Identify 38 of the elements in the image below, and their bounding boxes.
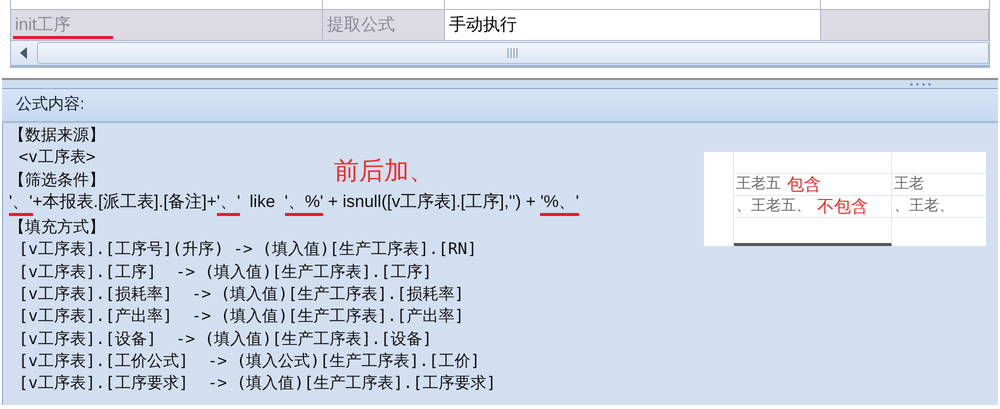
scrollbar-thumb[interactable] [37,42,989,64]
cell-text: 王老 [894,174,924,194]
annotation-text: 不包含 [817,196,868,218]
cell-text: 王老五 [736,174,781,194]
formula-text: '、' [9,190,32,216]
splitter-bar[interactable] [2,80,998,89]
cell-text: init工序 [15,14,71,36]
formula-text: '、' [216,190,240,216]
formula-line: 【填充方式】 [9,216,105,238]
cell-text: 手动执行 [449,14,517,36]
cell-text: 提取公式 [327,14,395,36]
annotation-text: 包含 [787,174,821,196]
formula-line: [v工序表].[工序要求] -> (填入值)[生产工序表].[工序要求] [18,372,496,394]
formula-line: 【数据来源】 [9,124,105,146]
horizontal-scrollbar[interactable] [11,41,989,67]
annotation-text: 前后加、 [334,156,435,186]
formula-text: + isnull([v工序表].[工序],'') + [326,190,537,213]
formula-text: like [248,190,276,213]
formula-text: '%、' [540,190,579,216]
table-cell[interactable]: 提取公式 [323,10,445,40]
formula-line: [v工序表].[工序号](升序) -> (填入值)[生产工序表].[RN] [18,238,477,260]
table-cell[interactable]: init工序 [11,10,323,40]
formula-line: 【筛选条件】 [9,168,105,191]
cell-text: 、王老、 [894,196,954,216]
grip-icon [507,48,519,58]
formula-text: '、%' [284,190,324,216]
formula-line: <v工序表> [18,146,96,168]
formula-line: [v工序表].[设备] -> (填入值)[生产工序表].[设备] [18,328,432,350]
formula-text: +本报表.[派工表].[备注]+ [32,190,217,213]
scroll-left-icon[interactable] [19,47,29,59]
formula-line: [v工序表].[工序] -> (填入值)[生产工序表].[工序] [18,260,432,283]
formula-line: [v工序表].[产出率] -> (填入值)[生产工序表].[产出率] [18,305,464,328]
grip-dots-icon [910,82,932,86]
formula-line: [v工序表].[损耗率] -> (填入值)[生产工序表].[损耗率] [18,283,464,306]
cell-text: 、王老五、 [736,196,811,216]
formula-line: [v工序表].[工价公式] -> (填入公式)[生产工序表].[工价] [18,350,480,372]
table-cell[interactable] [821,10,989,40]
panel-title: 公式内容: [16,94,84,115]
